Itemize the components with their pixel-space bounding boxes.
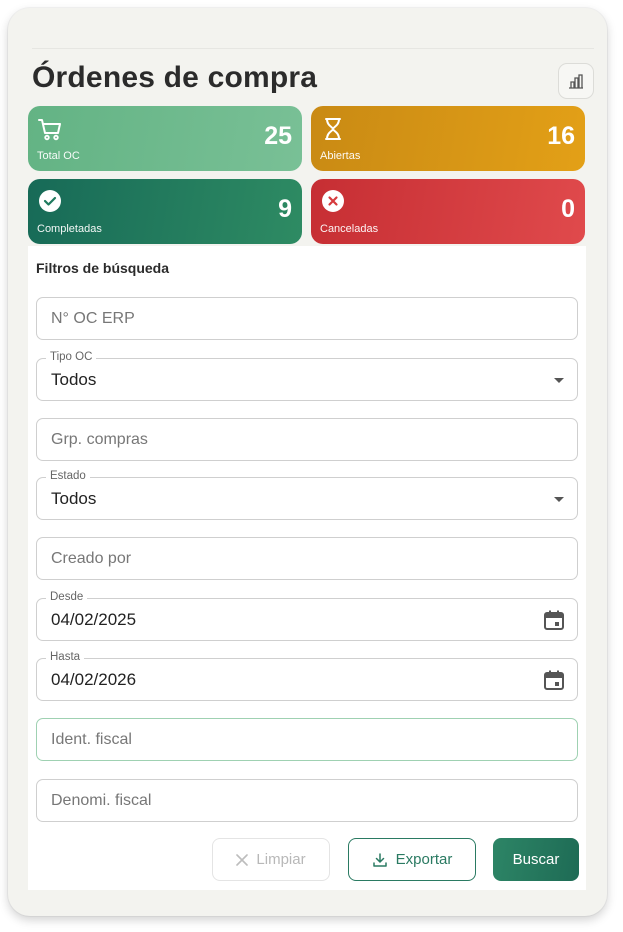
hourglass-icon (325, 118, 341, 140)
search-button-label: Buscar (512, 851, 560, 868)
export-button-label: Exportar (395, 851, 453, 868)
bar-chart-icon (569, 74, 583, 89)
stat-total-label: Total OC (37, 150, 80, 162)
grp-compras-placeholder: Grp. compras (51, 431, 148, 448)
stat-card-open[interactable]: Abiertas 16 (311, 106, 585, 171)
denomi-fiscal-input[interactable]: Denomi. fiscal (36, 779, 578, 822)
close-icon (236, 853, 249, 866)
stat-cancelled-value: 0 (561, 195, 575, 223)
denomi-fiscal-placeholder: Denomi. fiscal (51, 792, 152, 809)
ident-fiscal-input[interactable]: Ident. fiscal (36, 718, 578, 761)
stat-open-value: 16 (547, 122, 575, 150)
search-button[interactable]: Buscar (493, 838, 579, 881)
app-window: Órdenes de compra Total OC 25 Abiertas 1… (8, 8, 607, 916)
creado-por-placeholder: Creado por (51, 550, 132, 567)
stat-open-label: Abiertas (320, 150, 361, 162)
hasta-label: Hasta (46, 651, 85, 663)
stat-card-completed[interactable]: Completadas 9 (28, 179, 302, 244)
chevron-down-icon (554, 497, 564, 502)
desde-value: 04/02/2025 (51, 610, 137, 629)
export-button[interactable]: Exportar (348, 838, 476, 881)
check-circle-icon (39, 190, 61, 212)
page-header: Órdenes de compra (32, 48, 594, 104)
creado-por-input[interactable]: Creado por (36, 537, 578, 580)
stat-card-total[interactable]: Total OC 25 (28, 106, 302, 171)
cart-icon (38, 119, 61, 141)
desde-label: Desde (46, 591, 88, 603)
tipo-oc-value: Todos (51, 370, 97, 389)
hasta-date-field[interactable]: Hasta 04/02/2026 (36, 651, 578, 701)
estado-select[interactable]: Estado Todos (36, 470, 578, 520)
calendar-icon[interactable] (543, 669, 565, 691)
desde-date-field[interactable]: Desde 04/02/2025 (36, 591, 578, 641)
chart-view-button[interactable] (558, 63, 594, 99)
clear-button[interactable]: Limpiar (212, 838, 330, 881)
x-circle-icon (322, 190, 344, 212)
download-icon (372, 852, 387, 867)
stat-cancelled-label: Canceladas (320, 223, 379, 235)
tipo-oc-select[interactable]: Tipo OC Todos (36, 351, 578, 401)
hasta-value: 04/02/2026 (51, 670, 137, 689)
chevron-down-icon (554, 378, 564, 383)
clear-button-label: Limpiar (256, 851, 306, 868)
stat-completed-label: Completadas (37, 223, 102, 235)
calendar-icon[interactable] (543, 609, 565, 631)
estado-label: Estado (46, 470, 90, 482)
filters-panel: Filtros de búsqueda N° OC ERP Tipo OC To… (28, 246, 586, 890)
ident-fiscal-placeholder: Ident. fiscal (51, 731, 132, 748)
filters-title: Filtros de búsqueda (36, 260, 170, 276)
oc-erp-placeholder: N° OC ERP (51, 310, 135, 327)
grp-compras-input[interactable]: Grp. compras (36, 418, 578, 461)
estado-value: Todos (51, 489, 97, 508)
stat-card-cancelled[interactable]: Canceladas 0 (311, 179, 585, 244)
oc-erp-input[interactable]: N° OC ERP (36, 297, 578, 340)
stat-completed-value: 9 (278, 195, 292, 223)
tipo-oc-label: Tipo OC (46, 351, 97, 363)
stat-total-value: 25 (264, 122, 292, 150)
page-title: Órdenes de compra (32, 61, 318, 94)
